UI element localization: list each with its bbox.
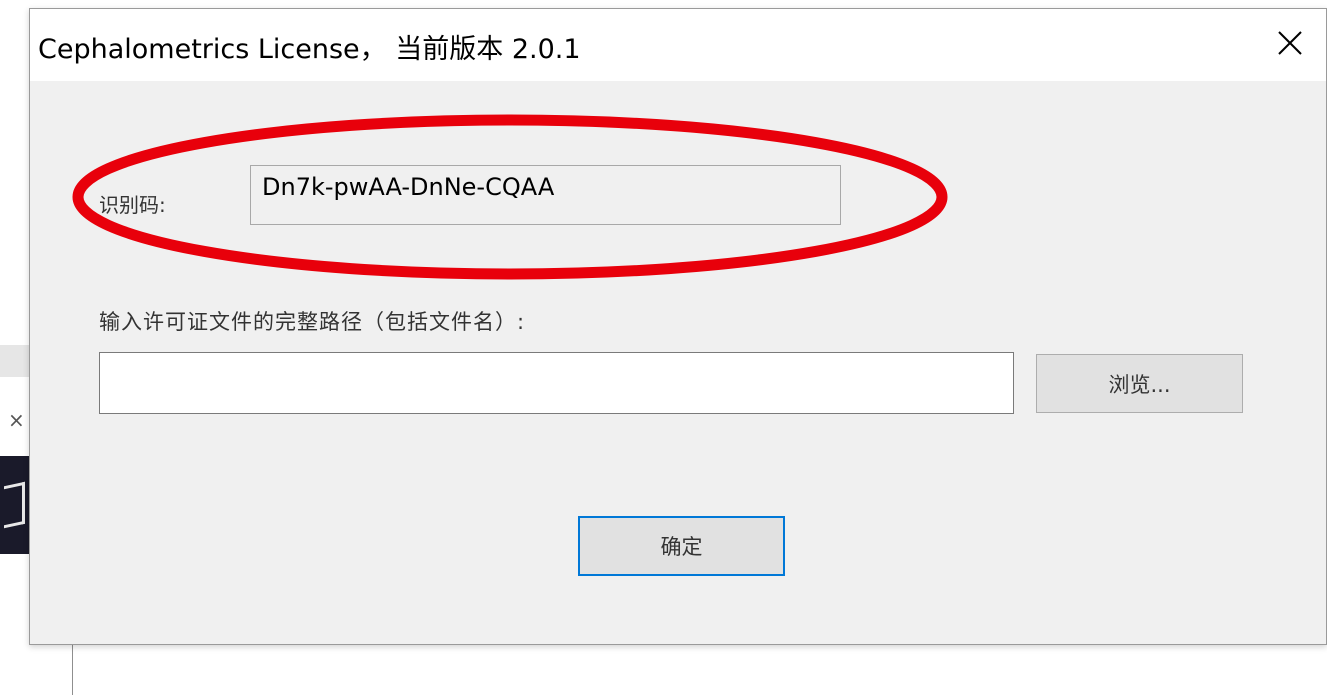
close-icon bbox=[1277, 30, 1303, 60]
browse-button[interactable]: 浏览... bbox=[1036, 354, 1243, 413]
background-toolbar-fragment bbox=[0, 345, 30, 377]
ok-button[interactable]: 确定 bbox=[578, 516, 785, 576]
title-bar[interactable]: Cephalometrics License， 当前版本 2.0.1 bbox=[30, 9, 1326, 81]
license-dialog: Cephalometrics License， 当前版本 2.0.1 识别码: … bbox=[29, 8, 1327, 645]
identification-code-label: 识别码: bbox=[99, 193, 166, 217]
identification-code-field[interactable]: Dn7k-pwAA-DnNe-CQAA bbox=[250, 165, 841, 225]
license-path-input[interactable] bbox=[99, 352, 1014, 414]
identification-code-value: Dn7k-pwAA-DnNe-CQAA bbox=[262, 173, 555, 201]
license-path-label: 输入许可证文件的完整路径（包括文件名）: bbox=[99, 310, 526, 334]
background-app-icon bbox=[0, 456, 30, 554]
background-close-icon[interactable]: × bbox=[8, 410, 25, 430]
background-divider bbox=[72, 645, 73, 695]
close-button[interactable] bbox=[1254, 9, 1326, 81]
dialog-title: Cephalometrics License， 当前版本 2.0.1 bbox=[38, 34, 581, 65]
